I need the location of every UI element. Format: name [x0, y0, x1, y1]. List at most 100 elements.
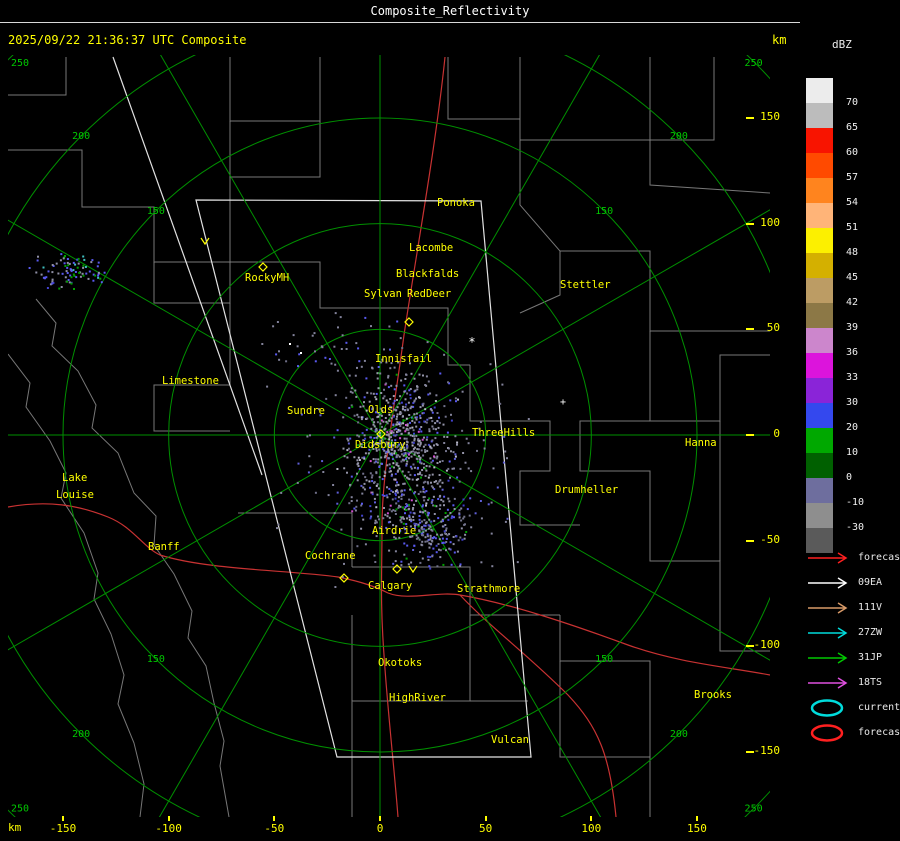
radar-echo: [429, 525, 432, 528]
radar-echo: [414, 389, 417, 392]
radar-echo: [411, 478, 414, 481]
radar-echo: [388, 419, 391, 422]
radar-echo: [422, 454, 425, 457]
color-scale-value: 33: [846, 372, 859, 383]
county-boundary-line: [8, 149, 231, 263]
radar-echo: [432, 504, 434, 507]
radar-echo: [386, 431, 389, 434]
radar-echo: [413, 377, 416, 380]
radar-echo: [400, 460, 403, 463]
radar-echo: [392, 462, 395, 465]
radar-echo: [404, 512, 406, 515]
radar-echo: [433, 444, 435, 447]
radar-echo: [459, 536, 462, 539]
radar-map-canvas[interactable]: 150 150 150 150 200 200 200 200 250 250 250 250 + * Po…: [8, 55, 770, 817]
radar-echo: [356, 472, 358, 475]
city-label: Strathmore: [457, 583, 520, 595]
radar-echo: [439, 534, 442, 537]
radar-echo: [405, 437, 408, 440]
radar-echo: [97, 276, 100, 279]
radar-map[interactable]: 150 150 150 150 200 200 200 200 250 250 250 250 + * Po…: [8, 55, 770, 817]
radar-echo: [383, 507, 385, 509]
radar-echo: [398, 536, 401, 539]
radar-echo: [463, 515, 466, 518]
radar-echo: [443, 353, 446, 356]
radar-echo: [427, 512, 430, 514]
radar-echo: [439, 504, 442, 507]
radar-echo: [442, 547, 445, 550]
dbz-color-scale: 70 65 60 57 54 51 48 45 42 39 36 33 30 20 10 0 -10 -30: [806, 78, 900, 553]
radar-echo: [428, 546, 431, 549]
radar-echo: [261, 343, 264, 345]
radar-echo: [65, 270, 68, 273]
radar-echo: [409, 434, 412, 437]
radar-echo: [446, 514, 449, 517]
radar-echo: [443, 442, 446, 444]
vee-marker: [200, 237, 210, 246]
station-diamond-marker: [392, 564, 402, 574]
radar-echo: [424, 443, 427, 446]
radar-echo: [364, 452, 367, 455]
radar-echo: [412, 441, 415, 444]
radar-echo: [440, 498, 443, 501]
radar-echo: [72, 273, 75, 276]
asterisk-marker: *: [468, 335, 475, 349]
radar-echo: [418, 373, 421, 376]
radar-echo: [348, 406, 351, 409]
radar-echo: [426, 436, 429, 439]
radar-echo: [439, 372, 442, 375]
radar-echo: [363, 434, 366, 437]
radar-echo: [462, 498, 465, 501]
county-boundary-line: [559, 661, 650, 758]
radar-echo: [372, 458, 375, 461]
radar-echo: [433, 455, 435, 458]
color-scale-value: 57: [846, 172, 859, 183]
radar-echo: [296, 481, 299, 484]
radar-echo: [400, 498, 403, 500]
radar-echo: [465, 531, 468, 533]
radar-echo: [395, 384, 398, 387]
radar-echo: [356, 459, 359, 462]
radar-echo: [66, 266, 69, 269]
county-boundary-line: [469, 365, 580, 526]
radar-echo: [406, 445, 408, 448]
radar-echo: [447, 497, 450, 500]
radar-echo: [402, 419, 405, 422]
radar-echo: [413, 474, 416, 477]
radar-echo: [351, 405, 354, 408]
city-label: Lacombe: [409, 242, 453, 254]
radar-echo: [370, 476, 373, 479]
radar-echo: [365, 428, 368, 431]
radar-echo: [435, 428, 437, 431]
radar-echo: [57, 272, 60, 275]
range-label: 250: [11, 804, 29, 815]
radar-echo: [403, 384, 406, 387]
radar-echo: [439, 556, 442, 559]
radar-echo: [384, 455, 387, 458]
radar-echo: [364, 476, 367, 479]
radar-echo: [397, 465, 400, 467]
radar-echo: [391, 498, 394, 501]
x-axis-unit-label: km: [8, 821, 22, 834]
radar-echo: [420, 543, 423, 546]
radar-echo: [456, 443, 458, 446]
radar-echo: [429, 567, 432, 570]
radar-echo: [420, 476, 422, 479]
radar-echo: [452, 536, 455, 538]
radar-echo: [413, 544, 416, 547]
radar-echo: [417, 466, 419, 469]
radar-echo: [61, 272, 64, 275]
radar-echo: [396, 430, 399, 433]
radar-echo: [433, 504, 436, 507]
radar-echo: [360, 484, 363, 487]
radar-echo: [360, 527, 363, 530]
radar-echo: [461, 429, 464, 432]
legend-item-label: 27ZW: [858, 627, 883, 638]
radar-echo: [446, 534, 449, 537]
radar-echo: [439, 549, 442, 552]
color-scale-swatch: [806, 278, 833, 303]
radar-echo: [369, 510, 372, 513]
radar-echo: [434, 422, 437, 425]
legend-item-label: current: [858, 702, 900, 713]
radar-echo: [396, 462, 399, 465]
